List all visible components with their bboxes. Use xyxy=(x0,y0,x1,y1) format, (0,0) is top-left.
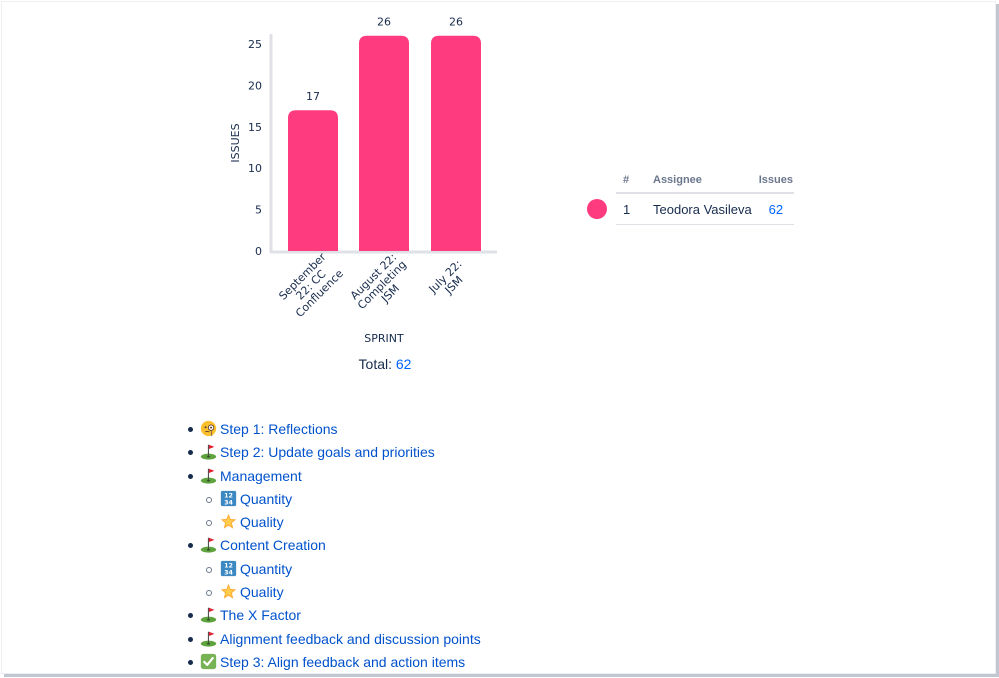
total-label: Total: xyxy=(358,356,392,372)
x-tick-label: July 22:JSM xyxy=(426,257,473,304)
golf-flag-icon xyxy=(200,443,217,460)
golf-flag-icon xyxy=(200,630,217,647)
y-tick-label: 20 xyxy=(248,79,262,92)
golf-flag-icon xyxy=(200,467,217,484)
toc-link[interactable]: Quality xyxy=(220,514,284,530)
toc-link-label: Content Creation xyxy=(220,537,326,554)
total-summary: Total: 62 xyxy=(330,356,440,372)
toc-item: Quality xyxy=(186,582,481,605)
toc-link-label: Step 2: Update goals and priorities xyxy=(220,444,435,461)
toc-link[interactable]: Step 3: Align feedback and action items xyxy=(200,653,466,670)
toc-item: Content Creation xyxy=(186,535,481,558)
row-issues-link[interactable]: 62 xyxy=(757,193,794,225)
toc-link-label: Quality xyxy=(240,584,284,601)
sprint-issues-bar-chart: 0 5 10 15 20 25 17 26 26 September22: CCConflue… xyxy=(229,16,497,345)
bar[interactable] xyxy=(431,35,481,251)
toc-link-label: Alignment feedback and discussion points xyxy=(220,630,481,647)
toc-item: Step 1: Reflections xyxy=(186,419,481,442)
y-axis-ticks: 0 5 10 15 20 25 xyxy=(248,38,262,258)
row-assignee: Teodora Vasileva xyxy=(653,193,758,225)
toc-item: 12 34 Quantity xyxy=(186,559,481,582)
toc-link[interactable]: Quality xyxy=(220,583,284,601)
toc-link-label: Management xyxy=(220,467,302,484)
y-axis-title: ISSUES xyxy=(229,123,242,162)
x-axis-title: SPRINT xyxy=(364,332,404,345)
row-number: 1 xyxy=(616,193,653,225)
svg-text:34: 34 xyxy=(224,568,233,576)
bar-value-label: 26 xyxy=(377,16,391,29)
table-row: 1 Teodora Vasileva 62 xyxy=(616,193,794,225)
toc-link[interactable]: 12 34 Quantity xyxy=(220,560,293,577)
toc-item: Alignment feedback and discussion points xyxy=(186,629,481,652)
y-tick-label: 0 xyxy=(255,245,262,258)
total-value[interactable]: 62 xyxy=(396,356,412,372)
toc-link-label: Quantity xyxy=(240,490,293,507)
golf-flag-icon xyxy=(200,536,217,554)
toc-link[interactable]: Alignment feedback and discussion points xyxy=(200,631,481,647)
check-mark-button-icon xyxy=(200,653,217,670)
input-numbers-icon: 12 34 xyxy=(220,490,237,507)
table-of-contents: Step 1: Reflections Step 2: Update goals … xyxy=(186,419,481,675)
assignee-color-dot xyxy=(587,199,607,219)
svg-text:34: 34 xyxy=(224,498,233,506)
toc-item: Management xyxy=(186,466,481,489)
toc-item: The X Factor xyxy=(186,605,481,628)
golf-flag-icon xyxy=(200,606,217,623)
toc-link-label: Step 1: Reflections xyxy=(220,421,338,437)
header-issues[interactable]: Issues xyxy=(757,170,794,194)
assignee-table: # Assignee Issues 1 Teodora Vasileva 62 xyxy=(616,170,794,225)
bar[interactable] xyxy=(359,35,409,251)
toc-link[interactable]: Management xyxy=(200,468,302,484)
x-axis-tick-labels: September22: CCConfluence August 22:Compl… xyxy=(276,250,473,321)
input-numbers-icon: 12 34 xyxy=(220,560,237,577)
toc-item: Quality xyxy=(186,512,481,535)
y-tick-label: 5 xyxy=(255,204,262,217)
header-assignee[interactable]: Assignee xyxy=(653,170,758,194)
x-tick-label: August 22:CompletingJSM xyxy=(347,250,418,321)
toc-link[interactable]: 12 34 Quantity xyxy=(220,490,293,507)
toc-link[interactable]: Step 2: Update goals and priorities xyxy=(200,444,435,460)
toc-link-label: Quality xyxy=(240,514,284,531)
star-icon xyxy=(220,583,237,600)
star-icon xyxy=(220,513,237,530)
bar-value-label: 17 xyxy=(306,90,320,103)
toc-link[interactable]: Content Creation xyxy=(200,537,326,553)
toc-link-label: The X Factor xyxy=(220,607,301,624)
toc-item: 12 34 Quantity xyxy=(186,489,481,512)
toc-link[interactable]: Step 1: Reflections xyxy=(200,420,338,437)
y-tick-label: 10 xyxy=(248,162,262,175)
toc-item: Step 3: Align feedback and action items xyxy=(186,652,481,675)
toc-link-label: Step 3: Align feedback and action items xyxy=(220,653,466,670)
y-tick-label: 15 xyxy=(248,121,262,134)
toc-link-label: Quantity xyxy=(240,560,293,577)
bars xyxy=(288,35,481,252)
face-with-monocle-icon xyxy=(200,420,217,437)
toc-link[interactable]: The X Factor xyxy=(200,607,301,623)
bar[interactable] xyxy=(288,110,338,252)
header-number: # xyxy=(616,170,653,194)
toc-item: Step 2: Update goals and priorities xyxy=(186,442,481,465)
x-tick-label: September22: CCConfluence xyxy=(276,250,346,320)
bar-value-label: 26 xyxy=(449,16,463,29)
y-tick-label: 25 xyxy=(248,38,262,51)
